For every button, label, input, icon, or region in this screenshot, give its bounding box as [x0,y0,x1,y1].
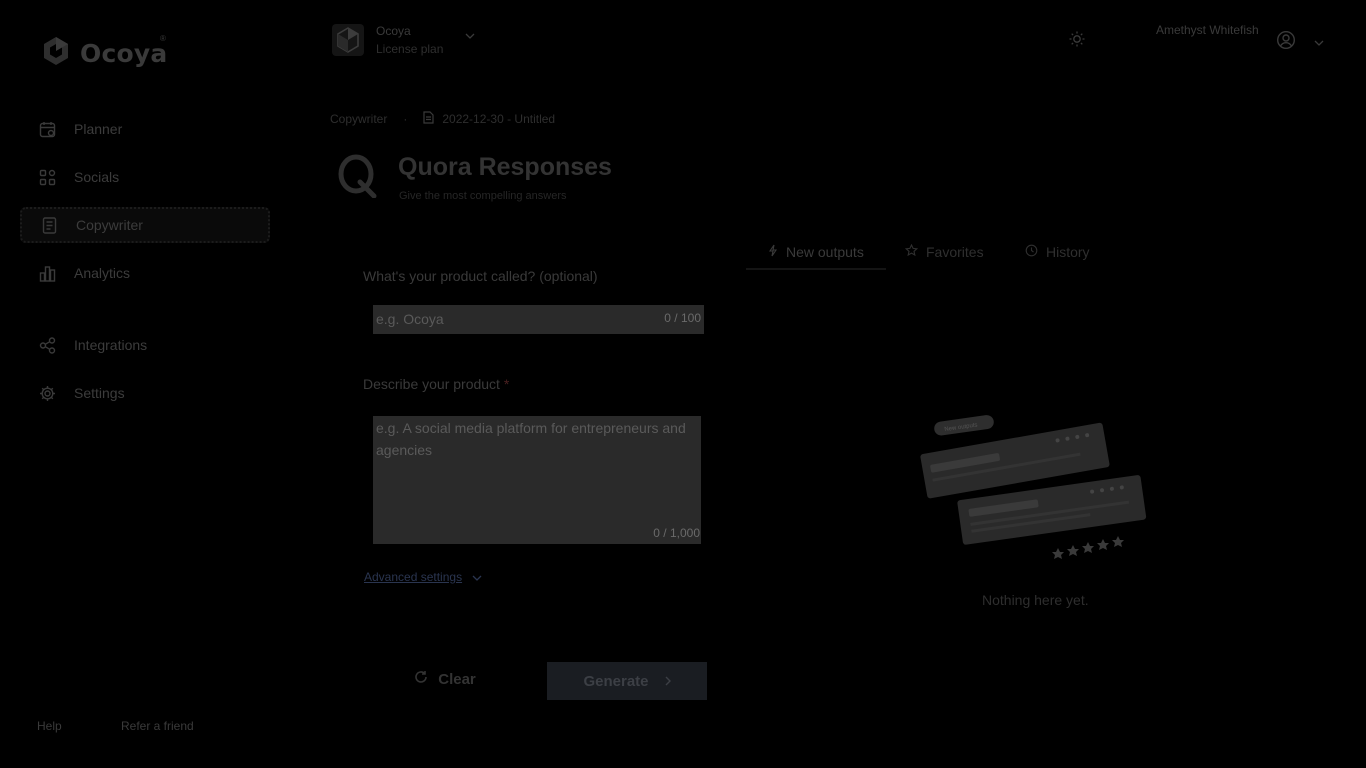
refer-friend-link[interactable]: Refer a friend [121,719,194,733]
required-mark: * [503,376,510,392]
product-name-placeholder: e.g. Ocoya [376,311,444,327]
product-desc-placeholder: e.g. A social media platform for entrepr… [376,420,686,458]
sidebar-item-label: Integrations [74,337,148,353]
tab-label: Favorites [926,244,984,260]
product-desc-label-text: Describe your product [363,376,500,392]
user-menu-chevron-icon[interactable] [1314,33,1324,51]
grid-icon [38,168,56,186]
tab-label: New outputs [786,244,864,260]
product-desc-label: Describe your product * [363,376,509,392]
product-name-counter: 0 / 100 [664,311,701,325]
tab-history[interactable]: History [1025,242,1090,262]
clock-icon [1025,244,1038,260]
user-avatar-icon[interactable] [1276,30,1296,55]
sidebar-item-label: Socials [74,169,120,185]
brand-logo[interactable]: Ocoya ® [42,34,168,71]
tab-label: History [1046,244,1090,260]
breadcrumb-document[interactable]: 2022-12-30 - Untitled [423,111,555,127]
product-desc-textarea[interactable]: e.g. A social media platform for entrepr… [373,416,701,544]
sidebar-item-planner[interactable]: Planner [20,111,270,147]
page-subtitle: Give the most compelling answers [399,190,567,202]
tab-favorites[interactable]: Favorites [904,242,984,262]
sidebar-item-socials[interactable]: Socials [20,159,270,195]
advanced-settings-toggle[interactable]: Advanced settings [364,570,482,584]
lightning-icon [768,244,778,260]
brand-registered-mark: ® [160,34,166,43]
help-link[interactable]: Help [37,719,62,733]
star-icon [904,243,919,260]
share-icon [38,336,56,354]
sidebar-item-copywriter[interactable]: Copywriter [20,207,270,243]
sidebar-item-analytics[interactable]: Analytics [20,255,270,291]
generate-button-label: Generate [583,672,649,690]
clear-button[interactable]: Clear [400,662,490,696]
sidebar-item-label: Settings [74,385,125,401]
generate-button[interactable]: Generate [547,662,707,700]
sidebar-item-label: Planner [74,121,123,137]
workspace-switcher[interactable]: Ocoya License plan [332,22,475,58]
sidebar-item-label: Copywriter [76,217,143,233]
ocoya-logo-icon [42,36,70,71]
file-icon [423,111,434,127]
brand-name: Ocoya [80,39,168,68]
breadcrumb-separator: · [403,112,408,126]
refresh-icon [414,670,428,688]
breadcrumb-document-label: 2022-12-30 - Untitled [442,112,556,126]
workspace-plan: License plan [376,42,444,56]
tab-new-outputs[interactable]: New outputs [768,242,864,262]
workspace-cube-icon [337,27,359,53]
advanced-settings-label: Advanced settings [364,570,463,584]
product-desc-counter: 0 / 1,000 [653,526,700,540]
quora-logo-icon [336,152,380,199]
sidebar-item-integrations[interactable]: Integrations [20,327,270,363]
calendar-icon [38,120,56,138]
bar-chart-icon [38,264,56,282]
empty-state-illustration: New outputs [915,405,1155,565]
chevron-down-icon [472,570,482,584]
page-title: Quora Responses [398,153,612,181]
gear-icon [38,384,56,402]
sidebar-item-settings[interactable]: Settings [20,375,270,411]
product-name-input[interactable]: e.g. Ocoya 0 / 100 [373,305,704,334]
empty-state-text: Nothing here yet. [982,592,1089,608]
chevron-down-icon [465,26,475,44]
breadcrumb: Copywriter · 2022-12-30 - Untitled [330,111,555,127]
clear-button-label: Clear [438,670,476,688]
breadcrumb-root[interactable]: Copywriter [330,112,387,126]
product-name-label: What's your product called? (optional) [363,268,598,284]
sidebar: Ocoya ® Planner Socials Copywriter Analy… [0,0,300,768]
document-icon [40,216,58,234]
workspace-name: Ocoya [376,24,411,38]
user-name: Amethyst Whitefish [1156,23,1259,37]
workspace-logo [332,24,364,56]
active-tab-underline [746,268,886,270]
theme-toggle-sun-icon[interactable] [1068,30,1086,53]
chevron-right-icon [665,673,671,690]
sidebar-item-label: Analytics [74,265,131,281]
